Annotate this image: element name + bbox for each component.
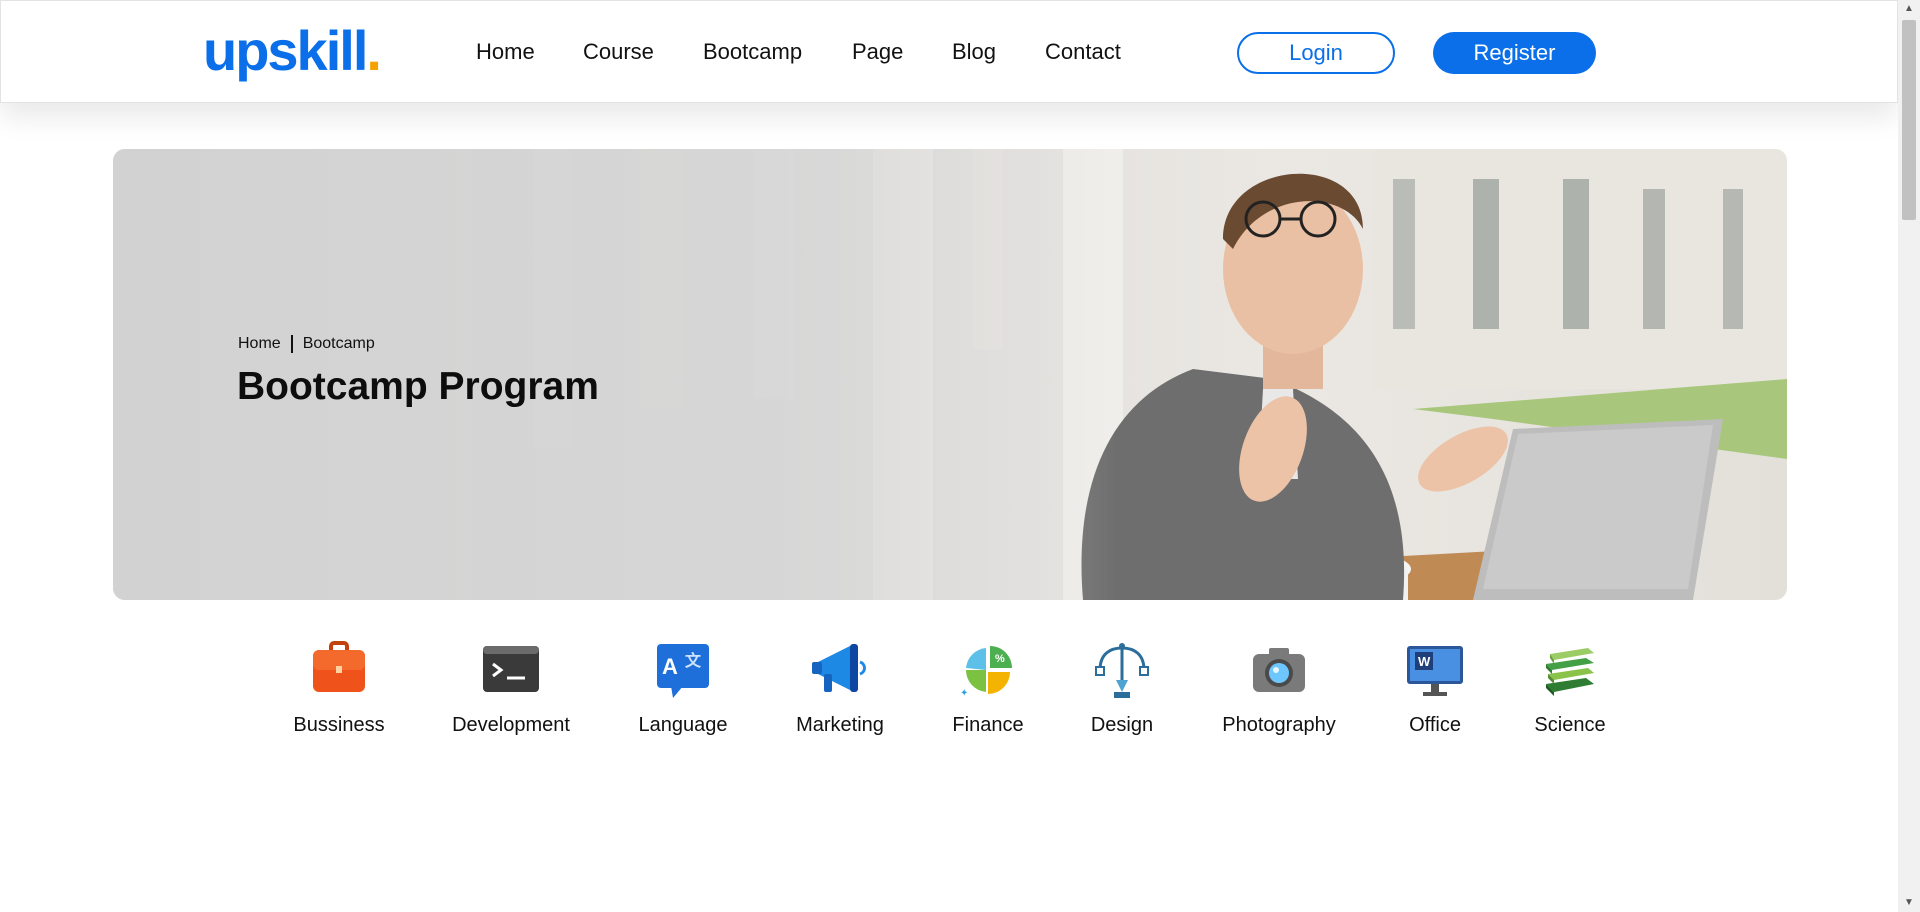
briefcase-icon	[309, 640, 369, 700]
category-finance[interactable]: % ✦ Finance	[950, 640, 1026, 737]
svg-text:%: %	[995, 653, 1005, 665]
category-label: Office	[1409, 714, 1461, 736]
category-office[interactable]: W Office	[1402, 640, 1468, 737]
category-label: Development	[452, 714, 570, 736]
logo-dot: .	[366, 19, 382, 82]
pen-tool-icon	[1092, 640, 1152, 700]
register-button[interactable]: Register	[1433, 32, 1596, 74]
svg-text:A: A	[662, 654, 678, 679]
category-marketing[interactable]: Marketing	[792, 640, 888, 737]
monitor-word-icon: W	[1405, 640, 1465, 700]
nav-page[interactable]: Page	[852, 39, 903, 65]
megaphone-icon	[810, 640, 870, 700]
hero-banner: Home Bootcamp Bootcamp Program	[113, 149, 1787, 600]
scroll-down-arrow-icon[interactable]: ▼	[1898, 894, 1920, 912]
terminal-icon	[481, 640, 541, 700]
svg-text:✦: ✦	[960, 688, 968, 699]
nav-contact[interactable]: Contact	[1045, 39, 1121, 65]
nav-bootcamp[interactable]: Bootcamp	[703, 39, 802, 65]
breadcrumb-current: Bootcamp	[302, 335, 375, 352]
logo-text: upskill	[203, 19, 368, 82]
category-photography[interactable]: Photography	[1220, 640, 1338, 737]
category-business[interactable]: Bussiness	[293, 640, 385, 737]
breadcrumb-home[interactable]: Home	[238, 335, 281, 353]
category-development[interactable]: Development	[450, 640, 572, 737]
category-label: Marketing	[796, 714, 884, 736]
category-label: Language	[638, 714, 728, 736]
page-scrollbar[interactable]: ▲ ▼	[1898, 0, 1920, 912]
category-label: Photography	[1222, 714, 1336, 736]
category-science[interactable]: Science	[1532, 640, 1608, 737]
svg-text:W: W	[1418, 654, 1431, 669]
breadcrumb: Home Bootcamp	[238, 335, 375, 353]
pie-chart-icon: % ✦	[958, 640, 1018, 700]
nav-course[interactable]: Course	[583, 39, 654, 65]
camera-icon	[1249, 640, 1309, 700]
nav-home[interactable]: Home	[476, 39, 535, 65]
site-header: upskill. Home Course Bootcamp Page Blog …	[0, 0, 1898, 103]
books-icon	[1540, 640, 1600, 700]
svg-text:文: 文	[685, 651, 702, 670]
category-label: Bussiness	[293, 714, 385, 736]
breadcrumb-divider	[290, 335, 293, 353]
upskill-logo[interactable]: upskill.	[203, 19, 382, 83]
translate-icon: A 文	[653, 640, 713, 700]
page-title: Bootcamp Program	[237, 365, 599, 408]
scroll-up-arrow-icon[interactable]: ▲	[1898, 0, 1920, 18]
category-label: Science	[1534, 714, 1606, 736]
category-label: Design	[1090, 714, 1154, 736]
category-language[interactable]: A 文 Language	[637, 640, 729, 737]
category-label: Finance	[952, 714, 1024, 736]
scrollbar-thumb[interactable]	[1902, 20, 1916, 220]
category-design[interactable]: Design	[1088, 640, 1156, 737]
login-button[interactable]: Login	[1237, 32, 1395, 74]
nav-blog[interactable]: Blog	[952, 39, 996, 65]
